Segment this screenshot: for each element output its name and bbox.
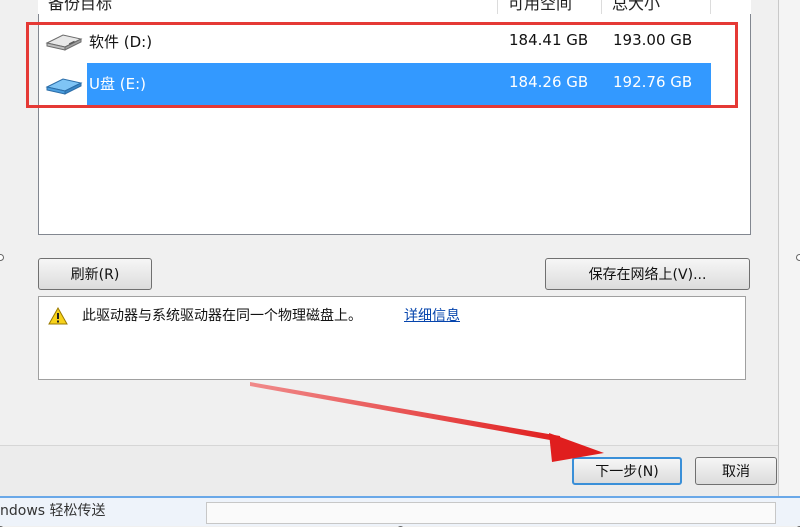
annotation-highlight-box xyxy=(26,22,738,108)
column-header-free[interactable]: 可用空间 xyxy=(508,0,572,14)
resize-handle-right[interactable] xyxy=(796,254,800,261)
column-divider[interactable] xyxy=(710,0,711,14)
column-header-bar: 备份目标 可用空间 总大小 xyxy=(38,0,751,14)
next-button[interactable]: 下一步(N) xyxy=(572,457,682,485)
column-header-target[interactable]: 备份目标 xyxy=(48,0,112,14)
window-border-right xyxy=(778,0,800,496)
refresh-button[interactable]: 刷新(R) xyxy=(38,258,152,290)
warning-message: 此驱动器与系统驱动器在同一个物理磁盘上。 xyxy=(82,308,362,324)
taskbar-window-title[interactable]: ndows 轻松传送 xyxy=(0,500,106,520)
column-divider[interactable] xyxy=(497,0,498,14)
taskbar-item[interactable] xyxy=(206,502,776,524)
column-divider[interactable] xyxy=(601,0,602,14)
resize-handle-left[interactable] xyxy=(0,254,4,261)
column-header-total[interactable]: 总大小 xyxy=(612,0,660,14)
cancel-button[interactable]: 取消 xyxy=(695,457,777,485)
details-link[interactable]: 详细信息 xyxy=(404,305,460,325)
save-on-network-button[interactable]: 保存在网络上(V)... xyxy=(545,258,750,290)
warning-icon xyxy=(48,307,68,325)
